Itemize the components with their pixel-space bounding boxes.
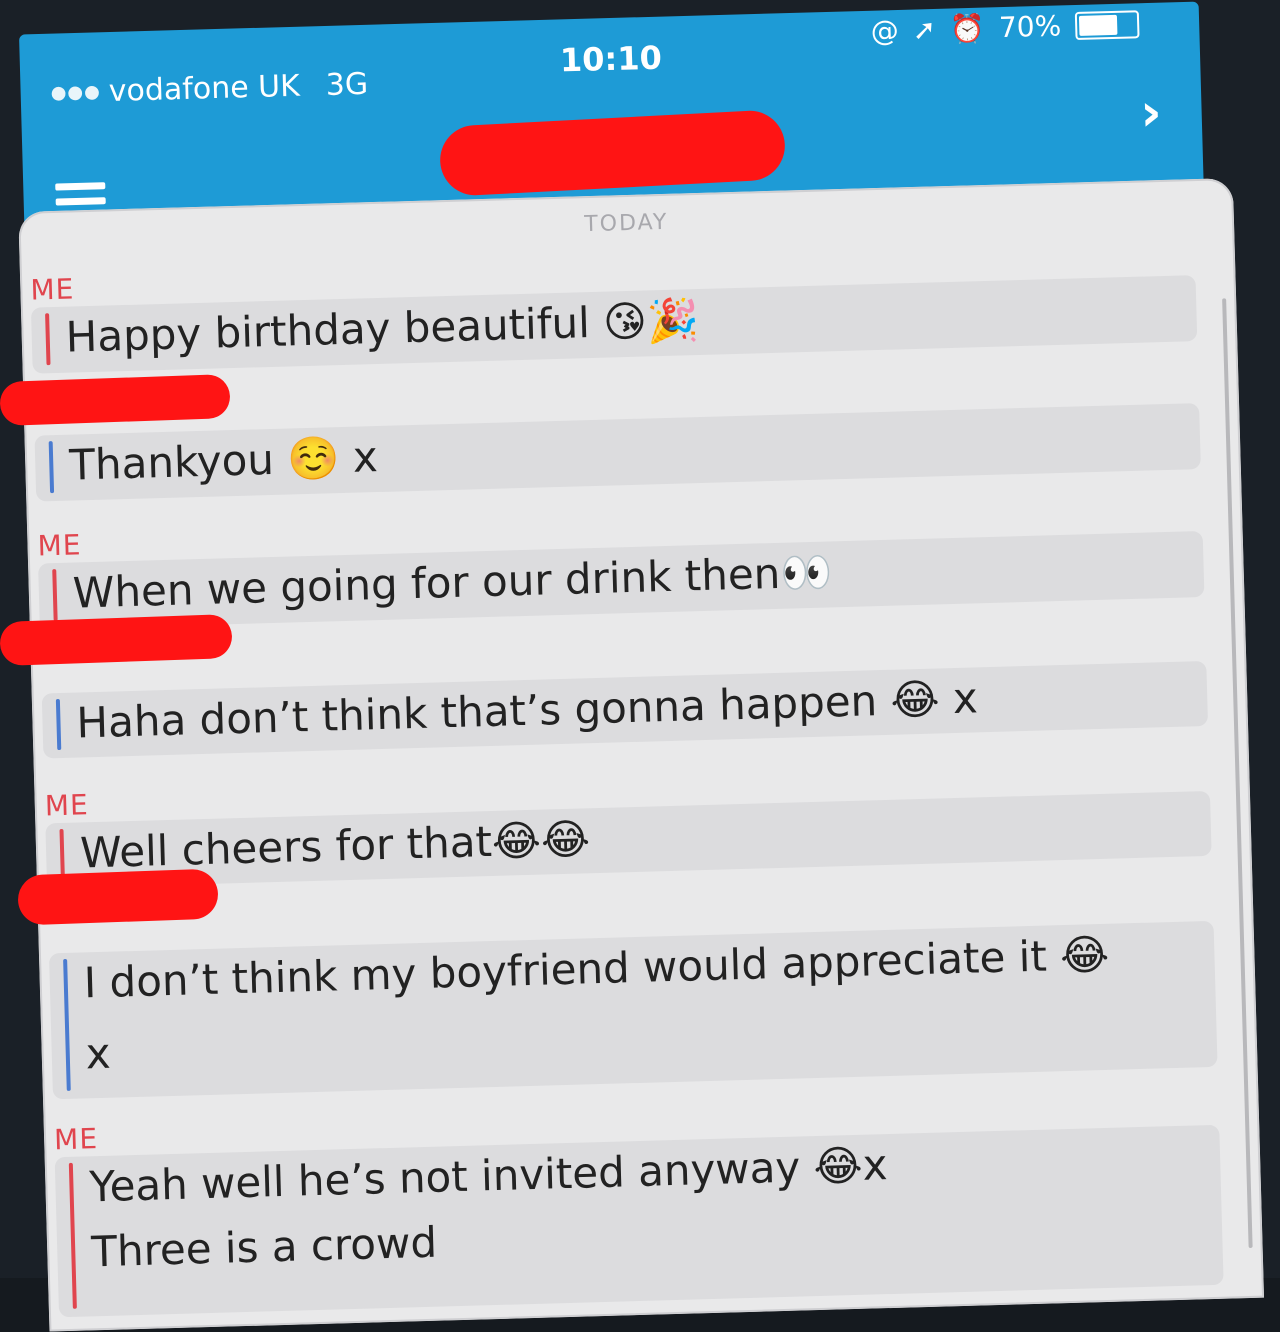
message-6: I don’t think my boyfriend would appreci…	[48, 887, 1218, 1100]
carrier-info: ●●● vodafone UK 3G	[50, 67, 368, 111]
status-bar: ●●● vodafone UK 3G 10:10 @ ➚ ⏰ 70%	[19, 2, 1200, 109]
battery-fill	[1078, 14, 1118, 36]
message-bubble[interactable]: Yeah well he’s not invited anyway 😂x Thr…	[54, 1124, 1224, 1318]
chevron-right-icon[interactable]: ›	[1139, 83, 1162, 144]
message-7: ME Yeah well he’s not invited anyway 😂x …	[54, 1091, 1224, 1318]
battery-percent: 70%	[998, 9, 1062, 45]
message-bubble[interactable]: I don’t think my boyfriend would appreci…	[48, 920, 1218, 1100]
message-text: Three is a crowd	[90, 1217, 438, 1277]
message-5: ME Well cheers for that😂😂	[44, 757, 1212, 889]
battery-icon	[1074, 9, 1140, 40]
redacted-sender-name	[17, 868, 219, 926]
carrier-name: vodafone UK	[108, 68, 301, 110]
redacted-sender-name	[0, 613, 233, 667]
message-3: ME When we going for our drink then👀	[37, 497, 1205, 630]
location-arrow-icon: ➚	[912, 12, 937, 47]
at-icon: @	[870, 13, 900, 48]
chat-panel: TODAY ME Happy birthday beautiful 😘🎉 Tha…	[18, 178, 1265, 1332]
chat-scrollbar[interactable]	[1222, 298, 1253, 1249]
message-1: ME Happy birthday beautiful 😘🎉	[30, 241, 1198, 374]
menu-icon-bar	[55, 182, 106, 191]
menu-icon-bar	[55, 197, 106, 206]
redacted-sender-name	[0, 373, 231, 427]
status-time: 10:10	[559, 38, 663, 80]
signal-icon: ●●●	[50, 81, 102, 104]
network-type: 3G	[325, 66, 369, 103]
alarm-icon: ⏰	[949, 11, 986, 46]
message-text: x	[85, 1028, 112, 1079]
status-icons: @ ➚ ⏰ 70%	[870, 7, 1140, 48]
phone-screen: ●●● vodafone UK 3G 10:10 @ ➚ ⏰ 70% › TOD…	[0, 0, 1280, 1332]
